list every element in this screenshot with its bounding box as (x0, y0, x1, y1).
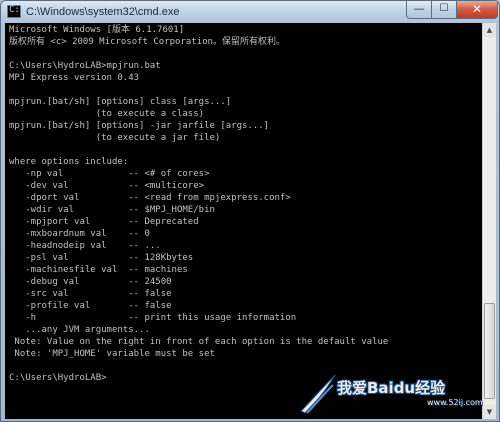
watermark-url: www.52ij.com (427, 398, 483, 407)
console-line: -mxboardnum val -- 0 (9, 229, 150, 239)
minimize-button[interactable]: — (406, 1, 432, 19)
title-bar[interactable]: C:\ C:\Windows\system32\cmd.exe — ☐ ✕ (1, 1, 499, 23)
console-line: (to execute a jar file) (9, 133, 221, 143)
cmd-icon[interactable]: C:\ (7, 5, 25, 18)
console-line: where options include: (9, 157, 129, 167)
console-line: Note: Value on the right in front of eac… (9, 337, 389, 347)
console-line: ...any JVM arguments... (9, 325, 150, 335)
console-line: -dport val -- <read from mpjexpress.conf… (9, 193, 291, 203)
console-line: C:\Users\HydroLAB>mpjrun.bat (9, 61, 161, 71)
cmd-window: C:\ C:\Windows\system32\cmd.exe — ☐ ✕ Mi… (0, 0, 500, 422)
console-line: Microsoft Windows [版本 6.1.7601] (9, 25, 185, 35)
console-prompt[interactable]: C:\Users\HydroLAB> (9, 372, 107, 384)
console-line: -mpjport val -- Deprecated (9, 217, 199, 227)
console-line: -h -- print this usage information (9, 313, 297, 323)
console-line: mpjrun.[bat/sh] [options] -jar jarfile [… (9, 121, 270, 131)
console-line: -src val -- false (9, 289, 172, 299)
watermark-text: 我爱Baidu经验 (337, 379, 446, 397)
watermark-swoosh-icon (299, 374, 336, 414)
console-line: -dev val -- <multicore> (9, 181, 205, 191)
console-line: 版权所有 <c> 2009 Microsoft Corporation。保留所有… (9, 37, 285, 47)
console-line: mpjrun.[bat/sh] [options] class [args...… (9, 97, 232, 107)
close-button[interactable]: ✕ (456, 1, 498, 19)
vertical-scrollbar[interactable]: ▲ ▼ (482, 23, 496, 419)
console-line: -debug val -- 24500 (9, 277, 172, 287)
console-line: (to execute a class) (9, 109, 205, 119)
baidu-jingyan-watermark: 我爱Baidu经验 www.52ij.com (297, 371, 497, 415)
console-line: -headnodeip val -- ... (9, 241, 161, 251)
console-line: -profile val -- false (9, 301, 172, 311)
console-line: -wdir val -- $MPJ_HOME/bin (9, 205, 215, 215)
window-title: C:\Windows\system32\cmd.exe (26, 6, 180, 18)
console-line: Note: 'MPJ_HOME' variable must be set (9, 349, 215, 359)
scroll-up-arrow-icon[interactable]: ▲ (483, 23, 496, 37)
console-line: -psl val -- 128Kbytes (9, 253, 194, 263)
console-line: -np val -- <# of cores> (9, 169, 210, 179)
maximize-button[interactable]: ☐ (431, 1, 457, 19)
console-line: -machinesfile val -- machines (9, 265, 188, 275)
console-line: MPJ Express version 0.43 (9, 73, 140, 83)
console-output[interactable]: Microsoft Windows [版本 6.1.7601] 版权所有 <c>… (5, 23, 482, 419)
